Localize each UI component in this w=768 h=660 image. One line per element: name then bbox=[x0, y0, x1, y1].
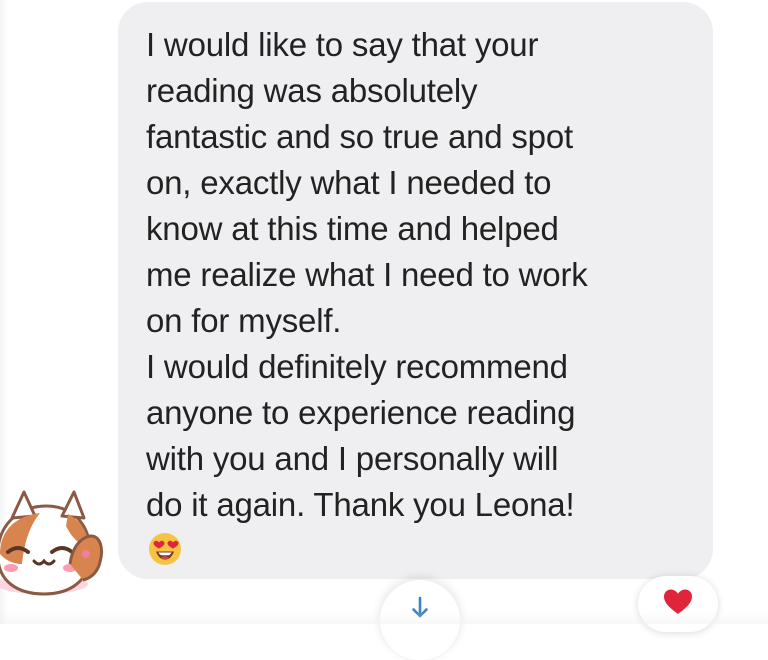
message-bubble[interactable]: I would like to say that your reading wa… bbox=[118, 2, 713, 579]
message-line: fantastic and so true and spot bbox=[146, 118, 573, 155]
message-text: I would like to say that your reading wa… bbox=[146, 22, 689, 528]
message-line: know at this time and helped bbox=[146, 210, 559, 247]
message-line: on, exactly what I needed to bbox=[146, 164, 552, 201]
message-line: anyone to experience reading bbox=[146, 394, 576, 431]
cat-waving-sticker-icon bbox=[0, 478, 108, 598]
message-line: I would like to say that your bbox=[146, 26, 539, 63]
message-line: me realize what I need to work bbox=[146, 256, 588, 293]
message-line: I would definitely recommend bbox=[146, 348, 568, 385]
message-line: reading was absolutely bbox=[146, 72, 478, 109]
heart-eyes-emoji-icon bbox=[146, 530, 184, 568]
message-line: with you and I personally will bbox=[146, 440, 559, 477]
bottom-fade bbox=[0, 612, 768, 624]
message-line: do it again. Thank you Leona! bbox=[146, 486, 575, 523]
message-line: on for myself. bbox=[146, 302, 342, 339]
